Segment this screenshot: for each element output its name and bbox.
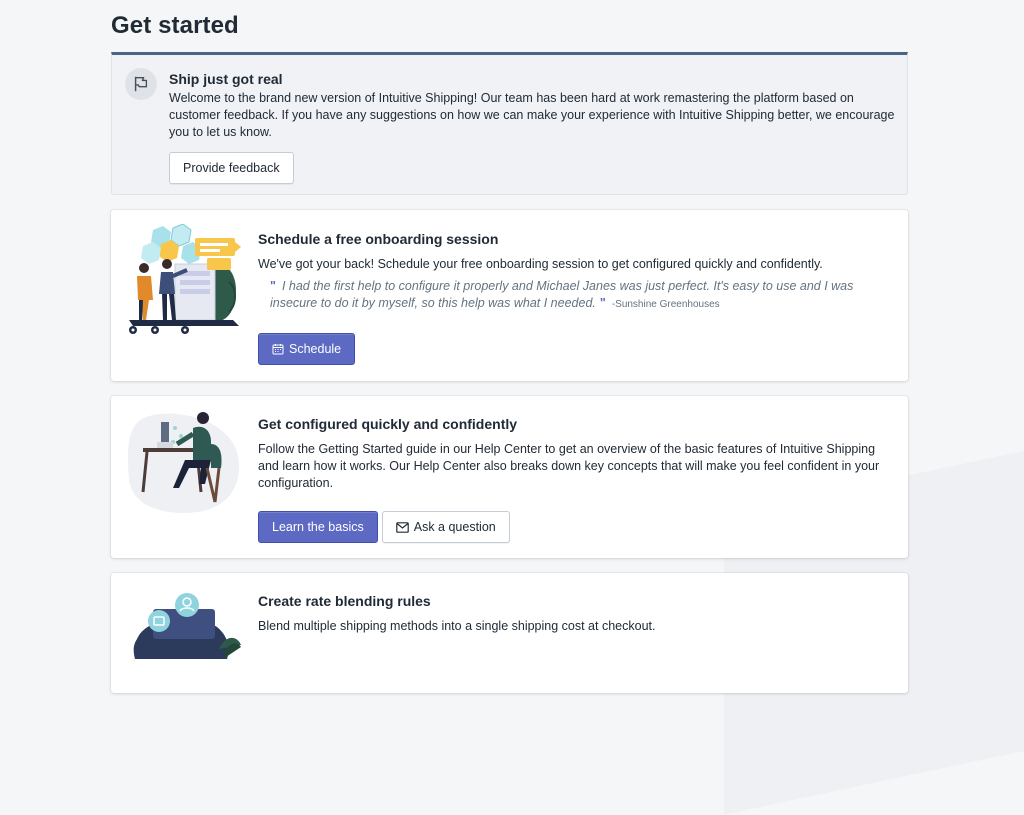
quote-author: -Sunshine Greenhouses bbox=[611, 299, 720, 310]
welcome-banner: Ship just got real Welcome to the brand … bbox=[111, 52, 908, 195]
calendar-icon bbox=[272, 344, 284, 355]
quote-text: I had the first help to configure it pro… bbox=[270, 279, 854, 310]
onboarding-title: Schedule a free onboarding session bbox=[258, 231, 499, 247]
configure-card: Get configured quickly and confidently F… bbox=[111, 396, 908, 558]
onboarding-description: We've got your back! Schedule your free … bbox=[258, 257, 823, 271]
envelope-icon bbox=[395, 521, 409, 533]
rate-blending-description: Blend multiple shipping methods into a s… bbox=[258, 619, 656, 633]
rate-blending-illustration-icon bbox=[133, 593, 241, 659]
ask-a-question-button[interactable]: Ask a question bbox=[381, 511, 510, 543]
page-title: Get started bbox=[111, 12, 239, 39]
testimonial-quote: " I had the first help to configure it pr… bbox=[270, 278, 870, 313]
configure-illustration-icon bbox=[127, 412, 240, 513]
flag-icon bbox=[125, 68, 157, 100]
quote-open-mark: " bbox=[270, 279, 276, 293]
ask-a-question-label: Ask a question bbox=[413, 520, 496, 534]
banner-title: Ship just got real bbox=[169, 71, 283, 87]
onboarding-illustration-icon bbox=[129, 224, 241, 334]
banner-text: Welcome to the brand new version of Intu… bbox=[169, 91, 895, 139]
provide-feedback-button[interactable]: Provide feedback bbox=[169, 152, 294, 184]
configure-title: Get configured quickly and confidently bbox=[258, 416, 518, 432]
rate-blending-title: Create rate blending rules bbox=[258, 593, 431, 609]
schedule-button-label: Schedule bbox=[289, 342, 342, 356]
rate-blending-card: Create rate blending rules Blend multipl… bbox=[111, 573, 908, 693]
onboarding-card: Schedule a free onboarding session We've… bbox=[111, 210, 908, 381]
configure-description: Follow the Getting Started guide in our … bbox=[258, 442, 880, 490]
quote-close-mark: " bbox=[599, 296, 606, 310]
schedule-button[interactable]: Schedule bbox=[258, 333, 356, 365]
learn-the-basics-button[interactable]: Learn the basics bbox=[258, 511, 378, 543]
